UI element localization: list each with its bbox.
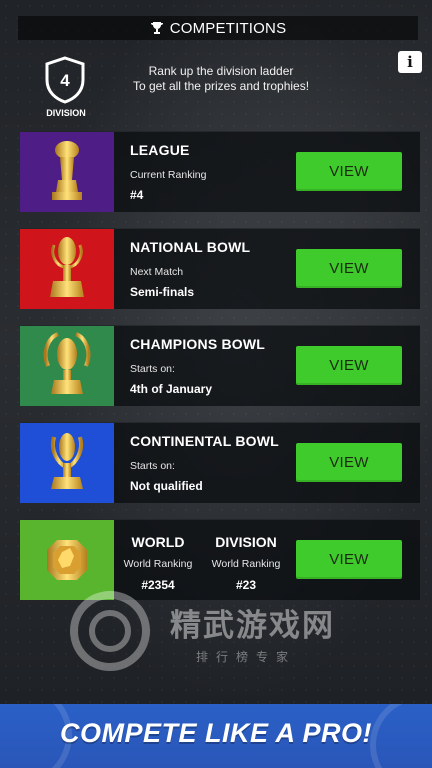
- competition-card-league: LEAGUE Current Ranking #4 VIEW: [20, 131, 420, 212]
- division-subtitle: World Ranking: [211, 558, 281, 570]
- competition-value: Not qualified: [130, 479, 203, 493]
- view-continental-bowl-button[interactable]: VIEW: [296, 443, 402, 482]
- page-title: COMPETITIONS: [169, 19, 287, 37]
- competition-thumb: [20, 132, 114, 212]
- competition-title: CONTINENTAL BOWL: [130, 433, 279, 449]
- view-national-bowl-button[interactable]: VIEW: [296, 249, 402, 288]
- watermark-text: 精武游戏网: [170, 608, 335, 643]
- competition-thumb: [20, 423, 114, 503]
- world-subtitle: World Ranking: [123, 558, 193, 570]
- division-label: DIVISION: [46, 108, 86, 118]
- competition-card-national-bowl: NATIONAL BOWL Next Match Semi-finals VIE…: [20, 228, 420, 309]
- competition-value: Semi-finals: [130, 285, 195, 299]
- competition-subtitle: Current Ranking: [130, 169, 207, 181]
- competition-thumb: [20, 326, 114, 406]
- intro-line-2: To get all the prizes and trophies!: [132, 79, 310, 93]
- info-button[interactable]: i: [398, 51, 422, 73]
- division-number: 4: [60, 71, 70, 90]
- national-bowl-trophy-icon: [50, 237, 84, 297]
- view-league-button[interactable]: VIEW: [296, 152, 402, 191]
- competition-subtitle: Next Match: [130, 266, 184, 278]
- intro-line-1: Rank up the division ladder: [148, 64, 294, 78]
- competition-title: NATIONAL BOWL: [130, 239, 251, 255]
- league-trophy-icon: [52, 141, 82, 200]
- intro-text: Rank up the division ladder To get all t…: [110, 64, 332, 94]
- competition-card-champions-bowl: CHAMPIONS BOWL Starts on: 4th of January…: [20, 325, 420, 406]
- competition-value: 4th of January: [130, 382, 213, 396]
- competition-title: CHAMPIONS BOWL: [130, 336, 266, 352]
- bottom-banner: COMPETE LIKE A PRO!: [0, 704, 432, 768]
- view-champions-bowl-button[interactable]: VIEW: [296, 346, 402, 385]
- trophy-icon: [150, 22, 163, 34]
- banner-slogan: COMPETE LIKE A PRO!: [59, 718, 372, 748]
- competition-thumb: [20, 229, 114, 309]
- competition-card-continental-bowl: CONTINENTAL BOWL Starts on: Not qualifie…: [20, 422, 420, 503]
- competition-value: #4: [130, 188, 144, 202]
- division-shield-icon: 4: [45, 56, 85, 104]
- world-title: WORLD: [131, 534, 185, 550]
- division-ranking-column: DIVISION World Ranking #23: [204, 534, 288, 592]
- continental-bowl-trophy-icon: [51, 433, 83, 489]
- competition-title: LEAGUE: [130, 142, 190, 158]
- competition-subtitle: Starts on:: [130, 363, 175, 375]
- competition-subtitle: Starts on:: [130, 460, 175, 472]
- world-ranking-column: WORLD World Ranking #2354: [116, 534, 200, 592]
- view-world-button[interactable]: VIEW: [296, 540, 402, 579]
- division-title: DIVISION: [215, 534, 277, 550]
- champions-bowl-trophy-icon: [43, 332, 91, 394]
- watermark-subtitle: 排行榜专家: [196, 650, 297, 664]
- header-bar: COMPETITIONS: [18, 16, 418, 40]
